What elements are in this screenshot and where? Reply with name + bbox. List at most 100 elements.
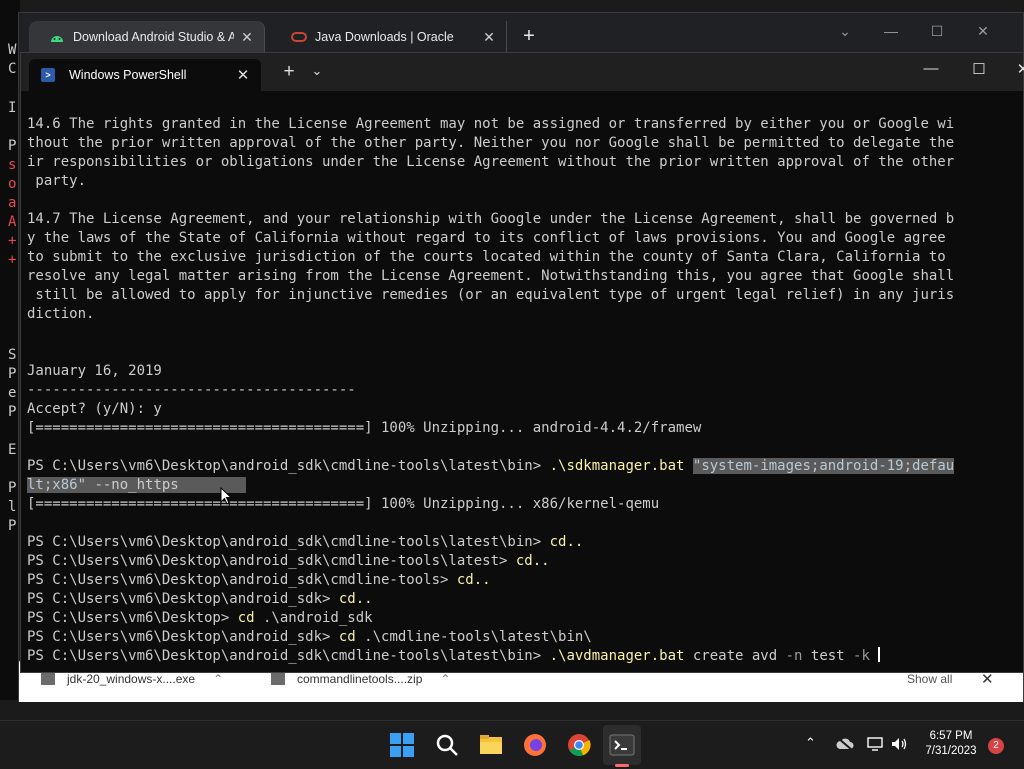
text-cursor	[878, 647, 881, 662]
background-console-char: P	[8, 518, 17, 534]
terminal-text: [=======================================…	[27, 420, 702, 436]
browser-tab-android-studio[interactable]: Download Android Studio & App ✕	[29, 21, 265, 53]
close-icon[interactable]: ✕	[482, 29, 496, 46]
maximize-button[interactable]: ☐	[967, 60, 991, 78]
chrome-icon[interactable]	[565, 731, 593, 759]
terminal-line: 14.6 The rights granted in the License A…	[27, 115, 1019, 134]
maximize-button[interactable]: ☐	[926, 23, 948, 40]
chevron-up-icon[interactable]: ⌃	[213, 672, 223, 686]
terminal-line: resolve any legal matter arising from th…	[27, 267, 1019, 286]
file-explorer-icon[interactable]	[477, 731, 505, 759]
tab-search-icon[interactable]: ⌄	[834, 23, 856, 40]
system-clock[interactable]: 6:57 PM 7/31/2023	[918, 729, 984, 759]
terminal-text: 14.7 The License Agreement, and your rel…	[27, 211, 955, 227]
terminal-text: Accept? (y/N): y	[27, 401, 162, 417]
browser-tab-java-downloads[interactable]: Java Downloads | Oracle ✕	[271, 21, 507, 53]
terminal-text: PS C:\Users\vm6\Desktop\android_sdk>	[27, 629, 339, 645]
cloud-offline-icon[interactable]	[836, 737, 854, 751]
terminal-line: PS C:\Users\vm6\Desktop\android_sdk> cd …	[27, 628, 1019, 647]
terminal-text: cd..	[456, 572, 491, 588]
terminal-text: PS C:\Users\vm6\Desktop\android_sdk\cmdl…	[27, 534, 550, 550]
terminal-text: cd	[237, 610, 255, 626]
background-console-char: P	[8, 138, 17, 154]
terminal-text: "system-images;android-19;defau	[692, 458, 955, 474]
terminal-text: test	[802, 648, 854, 664]
terminal-line: diction.	[27, 305, 1019, 324]
browser-tab-label: Java Downloads | Oracle	[315, 30, 454, 44]
terminal-text: .\cmdline-tools\latest\bin\	[355, 629, 592, 645]
volume-icon[interactable]	[891, 737, 909, 751]
terminal-text: thout the prior written approval of the …	[27, 135, 955, 151]
chevron-up-icon[interactable]: ⌃	[440, 672, 450, 686]
search-icon[interactable]	[433, 731, 461, 759]
terminal-line: thout the prior written approval of the …	[27, 134, 1019, 153]
terminal-text: .\avdmanager.bat	[549, 648, 685, 664]
terminal-text: --no_https	[86, 477, 179, 493]
terminal-line: to submit to the exclusive jurisdiction …	[27, 248, 1019, 267]
chevron-down-icon[interactable]: ⌄	[309, 63, 325, 79]
download-item[interactable]: jdk-20_windows-x....exe ⌃	[41, 672, 223, 686]
terminal-line: PS C:\Users\vm6\Desktop\android_sdk> cd.…	[27, 590, 1019, 609]
terminal-text: create avd	[684, 648, 786, 664]
close-icon[interactable]: ✕	[235, 66, 251, 84]
terminal-window: > Windows PowerShell ✕ + ⌄ — ☐ ✕ 14.6 Th…	[20, 52, 1024, 673]
terminal-output[interactable]: 14.6 The rights granted in the License A…	[27, 115, 1019, 671]
terminal-text: y the laws of the State of California wi…	[27, 230, 946, 246]
windows-start-icon[interactable]	[388, 731, 416, 759]
terminal-text	[178, 477, 247, 493]
new-tab-button[interactable]: +	[519, 25, 539, 47]
background-console-char: A	[8, 214, 17, 230]
background-console-char: S	[8, 347, 17, 363]
terminal-icon[interactable]	[608, 731, 636, 759]
terminal-tab-powershell[interactable]: > Windows PowerShell ✕	[29, 59, 261, 91]
minimize-button[interactable]: —	[880, 23, 902, 39]
terminal-line: party.	[27, 172, 1019, 191]
close-window-button[interactable]: ✕	[972, 23, 994, 40]
background-console-char: s	[8, 157, 17, 173]
notification-badge[interactable]: 2	[988, 738, 1004, 754]
terminal-text: [=======================================…	[27, 496, 660, 512]
terminal-line: January 16, 2019	[27, 362, 1019, 381]
mouse-pointer-icon	[220, 487, 232, 505]
minimize-button[interactable]: —	[919, 60, 943, 77]
terminal-text: PS C:\Users\vm6\Desktop\android_sdk>	[27, 591, 339, 607]
terminal-text: cd	[338, 629, 356, 645]
terminal-text: PS C:\Users\vm6\Desktop>	[27, 610, 238, 626]
terminal-text: cd..	[515, 553, 550, 569]
firefox-icon[interactable]	[521, 731, 549, 759]
show-all-button[interactable]: Show all	[907, 672, 952, 686]
chevron-up-icon[interactable]: ⌃	[805, 735, 816, 751]
terminal-line: y the laws of the State of California wi…	[27, 229, 1019, 248]
background-console-char: W	[8, 42, 17, 58]
oracle-icon	[291, 32, 307, 42]
file-icon	[41, 673, 55, 685]
taskbar: ⌃ 6:57 PM 7/31/2023 2	[0, 720, 1024, 769]
terminal-text: -k	[853, 648, 870, 664]
terminal-tab-label: Windows PowerShell	[69, 68, 187, 82]
background-console-edge: W C I Ps o a A + + S Pe P E Pl P	[0, 0, 20, 700]
terminal-line: PS C:\Users\vm6\Desktop\android_sdk\cmdl…	[27, 571, 1019, 590]
network-icon[interactable]	[867, 737, 885, 751]
background-console-char: +	[8, 233, 17, 249]
terminal-text: ir responsibilities or obligations under…	[27, 154, 955, 170]
close-icon[interactable]: ✕	[240, 29, 254, 46]
background-console-char: P	[8, 480, 17, 496]
terminal-line: [=======================================…	[27, 419, 1019, 438]
close-window-button[interactable]: ✕	[1011, 60, 1024, 78]
terminal-text: PS C:\Users\vm6\Desktop\android_sdk\cmdl…	[27, 458, 550, 474]
download-item[interactable]: commandlinetools....zip ⌃	[271, 672, 450, 686]
background-console-char: C	[8, 61, 17, 77]
terminal-text: lt;x86"	[27, 477, 87, 493]
android-icon	[51, 36, 63, 42]
terminal-line: lt;x86" --no_https	[27, 476, 1019, 495]
background-console-char: I	[8, 100, 17, 116]
browser-tab-label: Download Android Studio & App	[73, 30, 234, 44]
terminal-text: still be allowed to apply for injunctive…	[27, 287, 955, 303]
terminal-line: Accept? (y/N): y	[27, 400, 1019, 419]
terminal-text: diction.	[27, 306, 95, 322]
new-tab-button[interactable]: +	[279, 61, 299, 83]
